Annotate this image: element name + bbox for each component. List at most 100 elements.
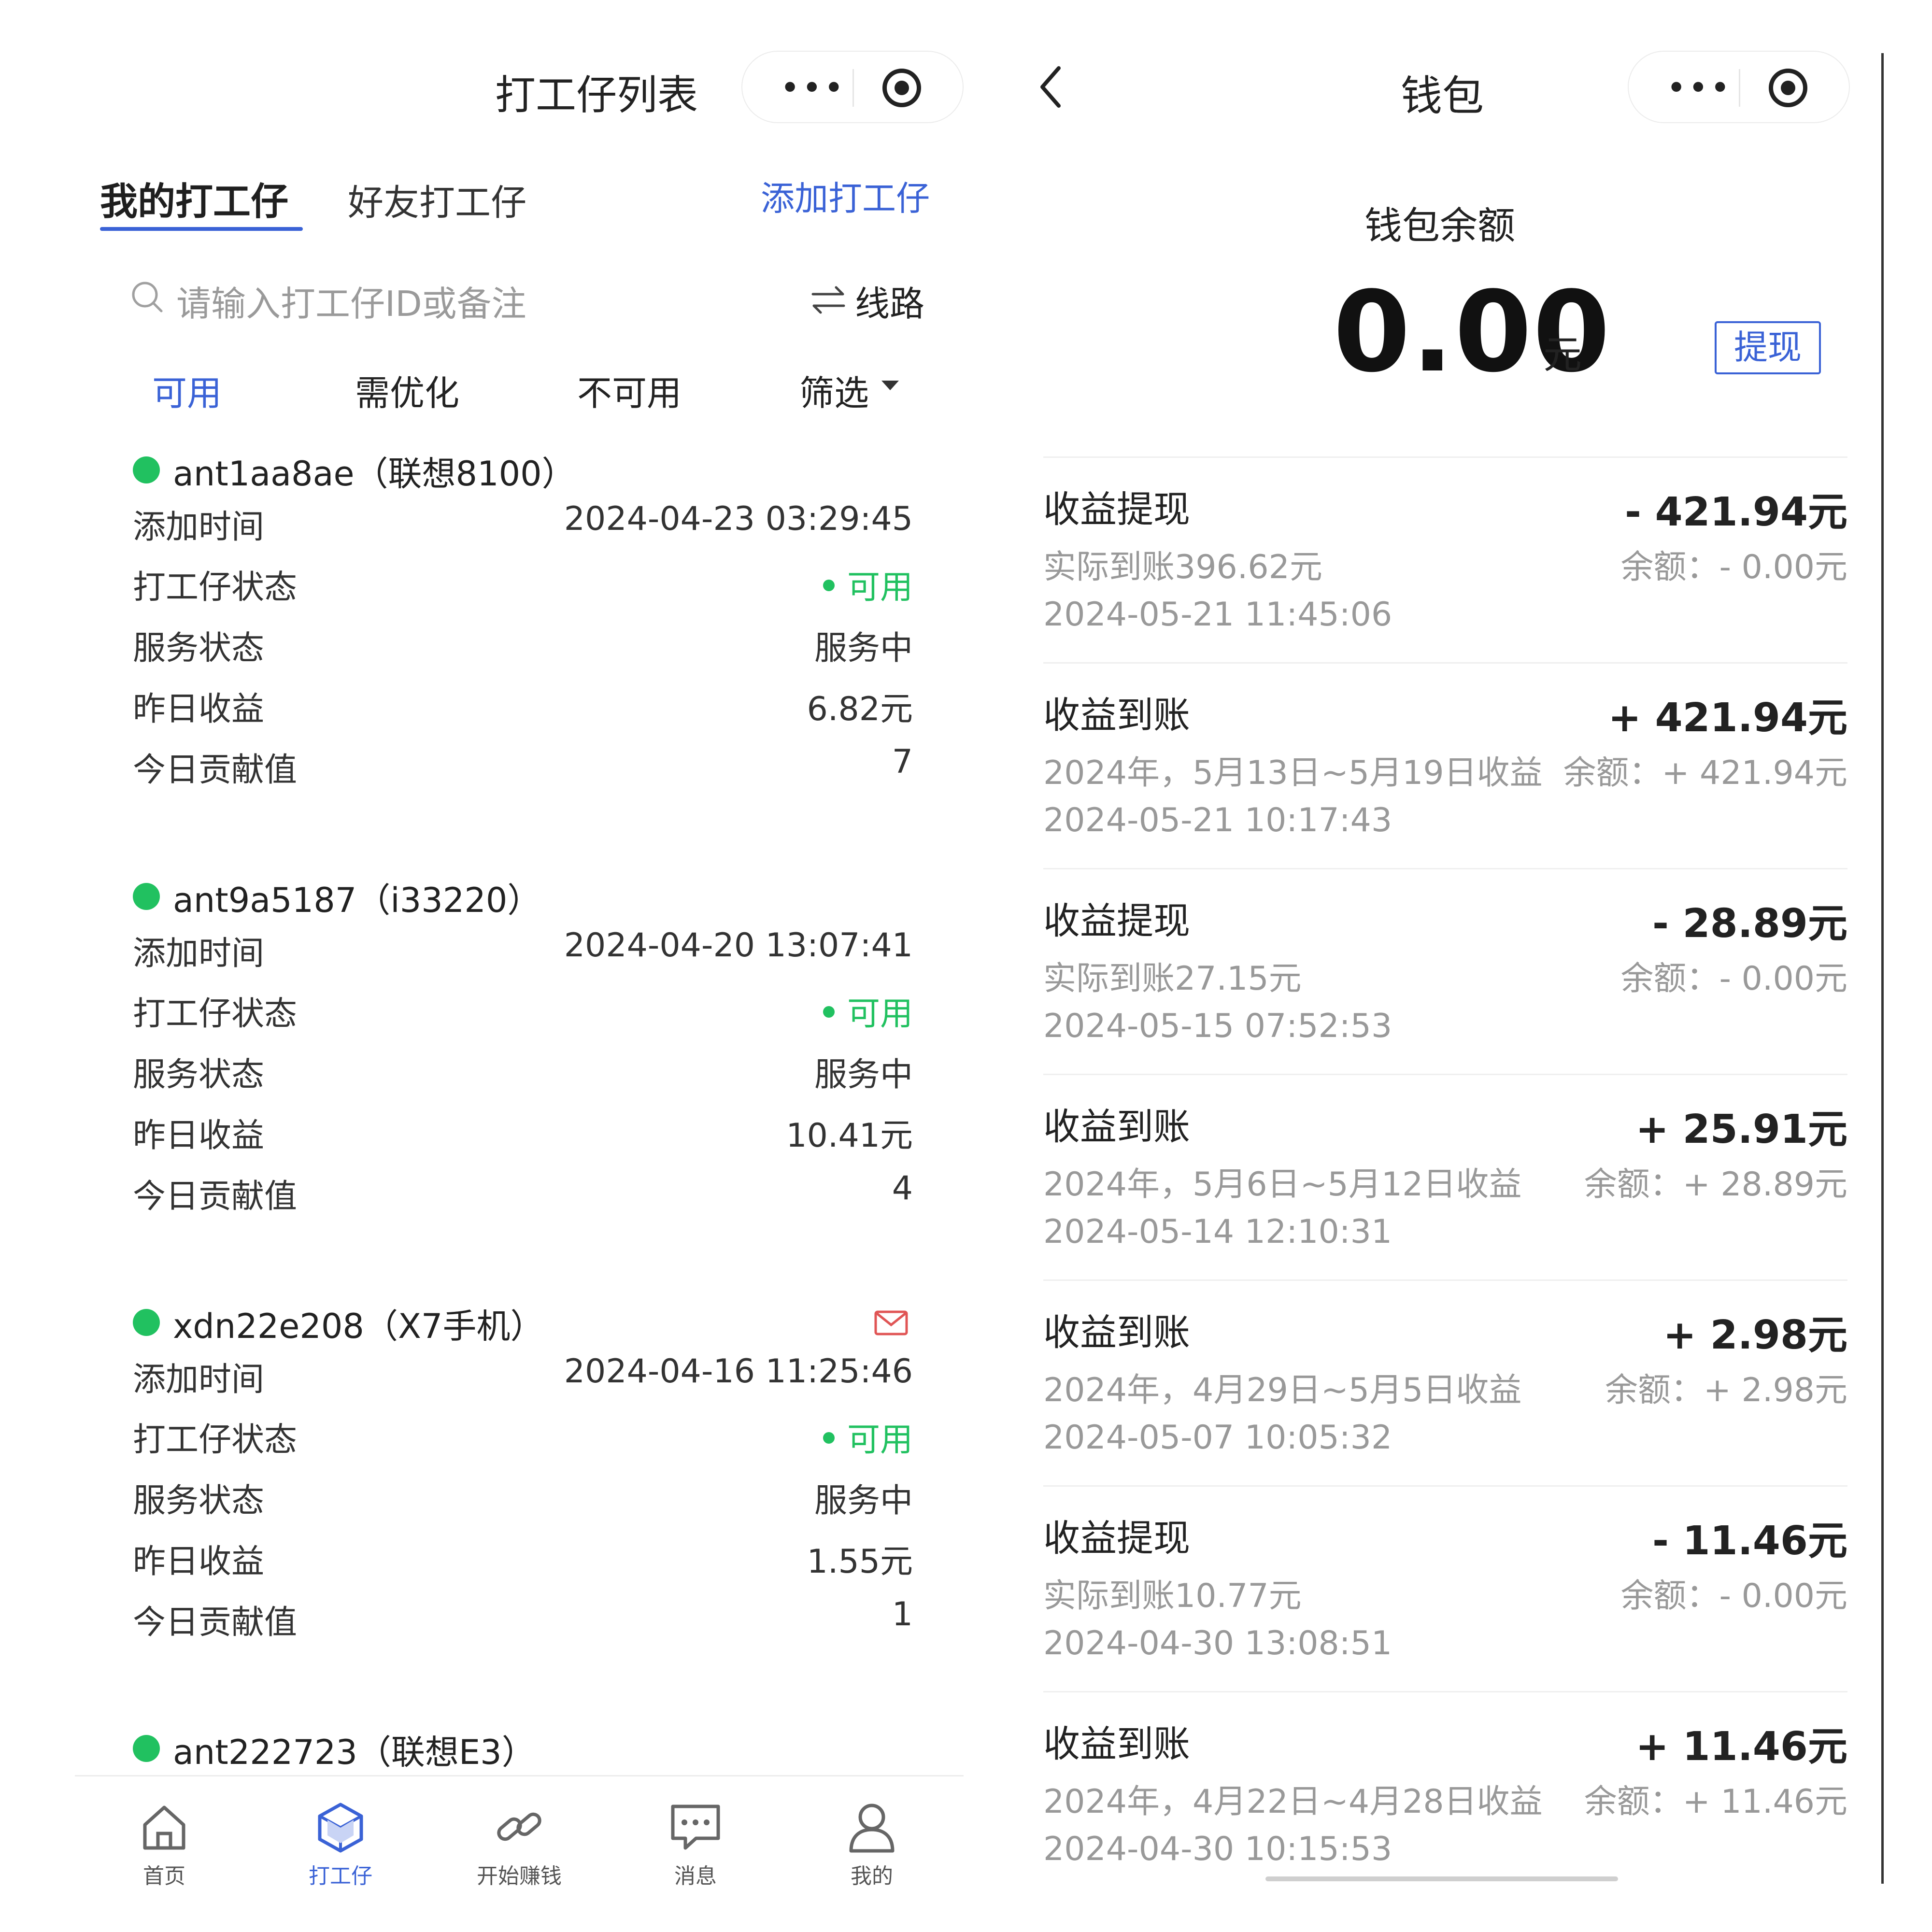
- transaction-detail: 实际到账396.62元: [1043, 548, 1322, 586]
- worker-name: ant1aa8ae（联想8100）: [173, 454, 576, 494]
- transaction-title: 收益提现: [1043, 899, 1190, 942]
- transaction-amount: - 11.46元: [1652, 1518, 1847, 1564]
- filter-unavailable[interactable]: 不可用: [577, 365, 682, 415]
- transaction-detail: 2024年，5月13日~5月19日收益: [1043, 754, 1543, 792]
- transaction-detail: 实际到账10.77元: [1043, 1577, 1302, 1615]
- link-icon: [497, 1812, 541, 1841]
- capsule-divider: [1739, 69, 1740, 107]
- today-contribution-label: 今日贡献值: [133, 1604, 298, 1642]
- transaction-item[interactable]: 收益到账 + 421.94元 2024年，5月13日~5月19日收益 余额：+ …: [1043, 662, 1847, 868]
- tab-my-workers[interactable]: 我的打工仔: [100, 171, 288, 226]
- tab-home[interactable]: 首页: [101, 1786, 227, 1912]
- search-input[interactable]: 请输入打工仔ID或备注: [176, 275, 526, 326]
- online-status-dot: [133, 456, 160, 483]
- balance-unit: 元: [1543, 332, 1582, 377]
- chat-icon: [671, 1804, 720, 1850]
- transaction-title: 收益到账: [1043, 1722, 1190, 1765]
- active-tab-indicator: [100, 227, 303, 231]
- transaction-title: 收益到账: [1043, 1311, 1190, 1354]
- transaction-item[interactable]: 收益提现 - 28.89元 实际到账27.15元 余额：- 0.00元 2024…: [1043, 868, 1847, 1074]
- transaction-time: 2024-05-07 10:05:32: [1043, 1419, 1392, 1457]
- mail-icon[interactable]: [874, 1310, 908, 1335]
- transaction-amount: + 2.98元: [1663, 1312, 1847, 1358]
- worker-status-value: 可用: [823, 987, 913, 1035]
- transaction-amount: - 421.94元: [1624, 489, 1847, 535]
- more-dots-icon[interactable]: •••: [780, 66, 846, 110]
- yesterday-earnings-label: 昨日收益: [133, 1543, 265, 1581]
- user-icon: [849, 1804, 895, 1853]
- transaction-item[interactable]: 收益提现 - 11.46元 实际到账10.77元 余额：- 0.00元 2024…: [1043, 1485, 1847, 1691]
- transaction-time: 2024-04-30 10:15:53: [1043, 1830, 1392, 1868]
- home-icon: [143, 1805, 185, 1850]
- add-time-value: 2024-04-16 11:25:46: [564, 1352, 913, 1391]
- transaction-item[interactable]: 收益到账 + 11.46元 2024年，4月22日~4月28日收益 余额：+ 1…: [1043, 1691, 1847, 1897]
- transaction-balance: 余额：- 0.00元: [1620, 1577, 1847, 1615]
- route-button[interactable]: 线路: [855, 275, 924, 326]
- target-icon[interactable]: [882, 69, 921, 107]
- search-icon: [132, 282, 163, 313]
- transaction-balance: 余额：+ 28.89元: [1584, 1165, 1847, 1204]
- yesterday-earnings-label: 昨日收益: [133, 1117, 265, 1155]
- swap-arrows-icon[interactable]: [809, 283, 848, 316]
- service-status-value: 服务中: [814, 1482, 913, 1520]
- worker-name: ant222723（联想E3）: [173, 1733, 536, 1772]
- transaction-time: 2024-05-15 07:52:53: [1043, 1007, 1392, 1045]
- yesterday-earnings-value: 10.41元: [786, 1117, 913, 1155]
- scrollbar[interactable]: [1881, 53, 1884, 1884]
- service-status-label: 服务状态: [133, 629, 265, 668]
- transaction-detail: 2024年，4月29日~5月5日收益: [1043, 1371, 1522, 1409]
- tab-mine[interactable]: 我的: [809, 1786, 935, 1912]
- withdraw-button[interactable]: 提现: [1715, 321, 1821, 374]
- add-worker-link[interactable]: 添加打工仔: [761, 171, 930, 220]
- tab-workers[interactable]: 打工仔: [278, 1786, 403, 1912]
- caret-down-icon[interactable]: [881, 381, 899, 390]
- worker-name: ant9a5187（i33220）: [173, 881, 541, 920]
- transaction-time: 2024-04-30 13:08:51: [1043, 1624, 1392, 1662]
- today-contribution-label: 今日贡献值: [133, 1178, 298, 1216]
- tab-home-label: 首页: [143, 1864, 185, 1889]
- worker-status-value: 可用: [823, 560, 913, 608]
- service-status-value: 服务中: [814, 1056, 913, 1094]
- back-arrow-icon[interactable]: [1038, 65, 1063, 109]
- add-time-label: 添加时间: [133, 508, 265, 546]
- filter-available[interactable]: 可用: [152, 365, 222, 415]
- online-status-dot: [133, 1309, 160, 1336]
- more-dots-icon[interactable]: •••: [1666, 66, 1732, 110]
- transaction-title: 收益到账: [1043, 1105, 1190, 1148]
- transaction-balance: 余额：- 0.00元: [1620, 548, 1847, 586]
- balance-label: 钱包余额: [1364, 204, 1516, 248]
- tab-start-earning[interactable]: 开始赚钱: [456, 1786, 582, 1912]
- today-contribution-value: 7: [892, 743, 913, 781]
- transaction-item[interactable]: 收益提现 - 421.94元 实际到账396.62元 余额：- 0.00元 20…: [1043, 456, 1847, 662]
- transaction-item[interactable]: 收益到账 + 2.98元 2024年，4月29日~5月5日收益 余额：+ 2.9…: [1043, 1279, 1847, 1485]
- tab-friend-workers[interactable]: 好友打工仔: [348, 174, 526, 226]
- tab-start-earning-label: 开始赚钱: [477, 1864, 562, 1889]
- transaction-detail: 2024年，4月22日~4月28日收益: [1043, 1783, 1543, 1821]
- filter-dropdown[interactable]: 筛选: [799, 365, 869, 415]
- transaction-amount: + 421.94元: [1608, 695, 1847, 741]
- filter-needs-optimization[interactable]: 需优化: [355, 365, 459, 415]
- target-icon[interactable]: [1769, 69, 1807, 107]
- transaction-item[interactable]: 收益到账 + 25.91元 2024年，5月6日~5月12日收益 余额：+ 28…: [1043, 1074, 1847, 1279]
- transaction-time: 2024-05-21 11:45:06: [1043, 596, 1392, 634]
- transaction-time: 2024-05-14 12:10:31: [1043, 1213, 1392, 1251]
- transaction-amount: - 28.89元: [1652, 901, 1847, 947]
- yesterday-earnings-value: 1.55元: [807, 1543, 913, 1581]
- home-indicator: [1265, 1876, 1618, 1881]
- page-title: 钱包: [1401, 72, 1484, 120]
- tab-messages[interactable]: 消息: [633, 1786, 758, 1912]
- mini-program-capsule: •••: [741, 51, 964, 123]
- service-status-label: 服务状态: [133, 1056, 265, 1094]
- transaction-balance: 余额：+ 11.46元: [1584, 1783, 1847, 1821]
- transaction-detail: 2024年，5月6日~5月12日收益: [1043, 1165, 1522, 1204]
- tab-messages-label: 消息: [674, 1864, 717, 1889]
- transaction-detail: 实际到账27.15元: [1043, 960, 1302, 998]
- bottom-tab-bar: 首页 打工仔 开始赚钱 消息 我的: [75, 1775, 964, 1932]
- worker-status-value: 可用: [823, 1413, 913, 1461]
- add-time-label: 添加时间: [133, 935, 265, 973]
- add-time-value: 2024-04-20 13:07:41: [564, 926, 913, 965]
- today-contribution-value: 1: [892, 1595, 913, 1634]
- transaction-balance: 余额：+ 421.94元: [1563, 754, 1847, 792]
- transaction-title: 收益提现: [1043, 1517, 1190, 1560]
- transaction-amount: + 11.46元: [1635, 1724, 1847, 1770]
